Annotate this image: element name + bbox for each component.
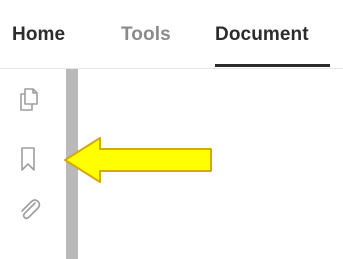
yellow-arrow-annotation xyxy=(64,137,212,183)
bookmarks-icon[interactable] xyxy=(16,145,44,173)
top-tab-bar: Home Tools Document xyxy=(0,0,343,69)
tab-tools[interactable]: Tools xyxy=(121,24,171,46)
page-thumbnails-icon[interactable] xyxy=(16,85,44,113)
active-tab-indicator xyxy=(215,64,330,67)
app-window: Home Tools Document xyxy=(0,0,343,259)
attachments-icon[interactable] xyxy=(16,195,44,223)
tab-document[interactable]: Document xyxy=(215,24,309,46)
tab-home[interactable]: Home xyxy=(12,24,65,46)
